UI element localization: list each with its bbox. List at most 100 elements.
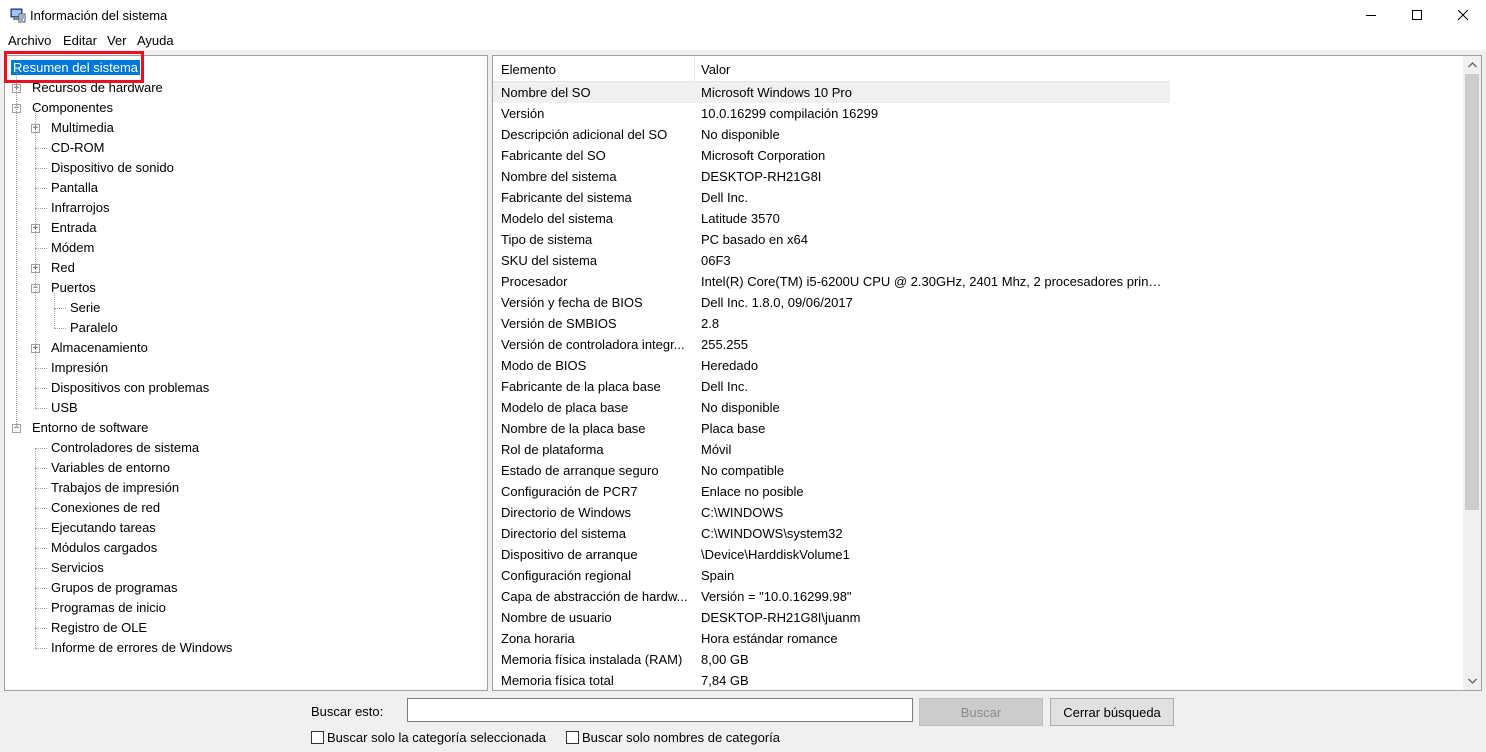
category-tree[interactable]: Resumen del sistema Recursos de hardware… — [4, 55, 488, 691]
menu-ayuda[interactable]: Ayuda — [137, 33, 174, 48]
tree-item-label: Módem — [51, 240, 95, 255]
tree-item[interactable]: Variables de entorno — [49, 458, 172, 478]
table-row[interactable]: Estado de arranque seguro No compatible — [493, 460, 1170, 481]
tree-item[interactable]: Módem — [49, 238, 96, 258]
tree-item[interactable]: Red — [49, 258, 77, 278]
table-row[interactable]: Dispositivo de arranque \Device\HarddiskV… — [493, 544, 1170, 565]
tree-item-label: Puertos — [51, 280, 96, 295]
table-row[interactable]: Modelo de placa base No disponible — [493, 397, 1170, 418]
tree-connector-line — [35, 508, 47, 509]
cell-elemento: Nombre del sistema — [501, 169, 617, 184]
table-row[interactable]: Modelo del sistema Latitude 3570 — [493, 208, 1170, 229]
chevron-up-icon — [1467, 62, 1477, 68]
table-row[interactable]: Versión de controladora integr... 255.255 — [493, 334, 1170, 355]
tree-connector-line — [35, 248, 47, 249]
table-row[interactable]: Versión 10.0.16299 compilación 16299 — [493, 103, 1170, 124]
tree-item[interactable]: Módulos cargados — [49, 538, 159, 558]
table-row[interactable]: Tipo de sistema PC basado en x64 — [493, 229, 1170, 250]
tree-item[interactable]: Componentes — [30, 98, 115, 118]
cell-elemento: Versión de controladora integr... — [501, 337, 685, 352]
table-row[interactable]: Capa de abstracción de hardw... Versión =… — [493, 586, 1170, 607]
close-search-button[interactable]: Cerrar búsqueda — [1050, 698, 1174, 726]
table-row[interactable]: Zona horaria Hora estándar romance — [493, 628, 1170, 649]
table-row[interactable]: Nombre del sistema DESKTOP-RH21G8I — [493, 166, 1170, 187]
search-button[interactable]: Buscar — [919, 698, 1043, 726]
close-window-button[interactable] — [1440, 0, 1486, 30]
table-row[interactable]: Fabricante del SO Microsoft Corporation — [493, 145, 1170, 166]
tree-item[interactable]: Informe de errores de Windows — [49, 638, 234, 658]
scroll-thumb[interactable] — [1465, 74, 1479, 510]
search-selected-category-checkbox[interactable] — [311, 731, 324, 744]
tree-item[interactable]: Conexiones de red — [49, 498, 162, 518]
tree-item[interactable]: Dispositivos con problemas — [49, 378, 211, 398]
tree-connector-line — [54, 308, 66, 309]
cell-elemento: Versión de SMBIOS — [501, 316, 617, 331]
tree-item[interactable]: USB — [49, 398, 80, 418]
column-header-valor[interactable]: Valor — [701, 62, 730, 77]
tree-item[interactable]: Serie — [68, 298, 102, 318]
close-icon — [1458, 10, 1468, 20]
table-row[interactable]: Memoria física instalada (RAM) 8,00 GB — [493, 649, 1170, 670]
tree-connector-line — [35, 448, 47, 449]
tree-item-label: Conexiones de red — [51, 500, 161, 515]
tree-item[interactable]: Impresión — [49, 358, 110, 378]
maximize-button[interactable] — [1394, 0, 1440, 30]
tree-item[interactable]: Programas de inicio — [49, 598, 168, 618]
menu-archivo[interactable]: Archivo — [8, 33, 51, 48]
tree-item[interactable]: Pantalla — [49, 178, 100, 198]
vertical-scrollbar[interactable] — [1463, 56, 1481, 690]
table-row[interactable]: Versión de SMBIOS 2.8 — [493, 313, 1170, 334]
tree-guide-line — [16, 68, 17, 428]
table-row[interactable]: Versión y fecha de BIOS Dell Inc. 1.8.0, … — [493, 292, 1170, 313]
details-list[interactable]: Elemento Valor Nombre del SO Microsoft Wi… — [492, 55, 1482, 691]
table-row[interactable]: Fabricante de la placa base Dell Inc. — [493, 376, 1170, 397]
tree-item[interactable]: Controladores de sistema — [49, 438, 201, 458]
tree-item[interactable]: Multimedia — [49, 118, 116, 138]
scroll-up-button[interactable] — [1463, 56, 1481, 74]
table-row[interactable]: Directorio del sistema C:\WINDOWS\system3… — [493, 523, 1170, 544]
tree-item-label: Informe de errores de Windows — [51, 640, 233, 655]
scroll-down-button[interactable] — [1463, 672, 1481, 690]
table-row[interactable]: Directorio de Windows C:\WINDOWS — [493, 502, 1170, 523]
table-row[interactable]: Descripción adicional del SO No disponibl… — [493, 124, 1170, 145]
table-row[interactable]: Procesador Intel(R) Core(TM) i5-6200U CPU… — [493, 271, 1170, 292]
search-input[interactable] — [407, 698, 913, 722]
tree-item[interactable]: Paralelo — [68, 318, 120, 338]
table-row[interactable]: Nombre de la placa base Placa base — [493, 418, 1170, 439]
tree-item[interactable]: Entorno de software — [30, 418, 150, 438]
table-row[interactable]: Configuración de PCR7 Enlace no posible — [493, 481, 1170, 502]
table-row[interactable]: Nombre del SO Microsoft Windows 10 Pro — [493, 82, 1170, 103]
cell-valor: 10.0.16299 compilación 16299 — [701, 106, 879, 121]
column-divider[interactable] — [694, 56, 695, 82]
tree-item[interactable]: Dispositivo de sonido — [49, 158, 176, 178]
tree-item[interactable]: Almacenamiento — [49, 338, 150, 358]
tree-item-label: Trabajos de impresión — [51, 480, 180, 495]
cell-valor: \Device\HarddiskVolume1 — [701, 547, 850, 562]
tree-item[interactable]: Ejecutando tareas — [49, 518, 158, 538]
cell-valor: Microsoft Corporation — [701, 148, 826, 163]
cell-elemento: Versión y fecha de BIOS — [501, 295, 643, 310]
minimize-button[interactable] — [1348, 0, 1394, 30]
tree-item[interactable]: Servicios — [49, 558, 106, 578]
tree-item[interactable]: Grupos de programas — [49, 578, 179, 598]
menu-ver[interactable]: Ver — [107, 33, 127, 48]
tree-item[interactable]: Registro de OLE — [49, 618, 149, 638]
table-row[interactable]: Configuración regional Spain — [493, 565, 1170, 586]
table-row[interactable]: Nombre de usuario DESKTOP-RH21G8I\juanm — [493, 607, 1170, 628]
tree-item[interactable]: Trabajos de impresión — [49, 478, 181, 498]
menu-editar[interactable]: Editar — [63, 33, 97, 48]
tree-item[interactable]: CD-ROM — [49, 138, 106, 158]
table-row[interactable]: Modo de BIOS Heredado — [493, 355, 1170, 376]
table-row[interactable]: Fabricante del sistema Dell Inc. — [493, 187, 1170, 208]
cell-elemento: Capa de abstracción de hardw... — [501, 589, 688, 604]
cell-elemento: Configuración de PCR7 — [501, 484, 638, 499]
tree-item[interactable]: Infrarrojos — [49, 198, 112, 218]
tree-item-label: Programas de inicio — [51, 600, 166, 615]
column-header-elemento[interactable]: Elemento — [501, 62, 556, 77]
table-row[interactable]: Rol de plataforma Móvil — [493, 439, 1170, 460]
tree-item[interactable]: Entrada — [49, 218, 99, 238]
tree-item[interactable]: Puertos — [49, 278, 98, 298]
table-row[interactable]: Memoria física total 7,84 GB — [493, 670, 1170, 690]
table-row[interactable]: SKU del sistema 06F3 — [493, 250, 1170, 271]
search-category-names-checkbox[interactable] — [566, 731, 579, 744]
